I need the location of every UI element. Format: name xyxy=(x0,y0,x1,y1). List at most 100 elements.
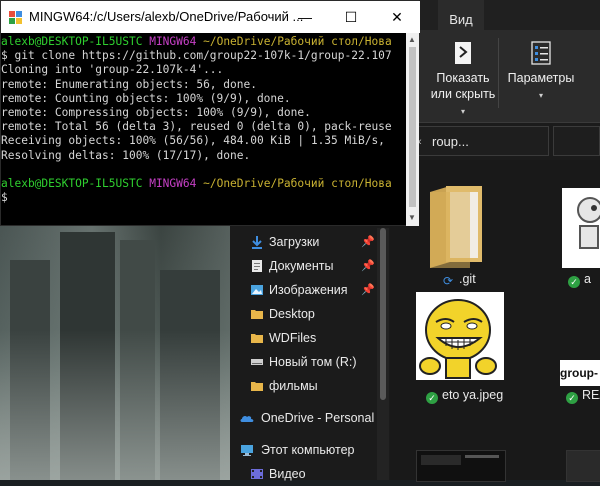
nav-label: Новый том (R:) xyxy=(269,355,357,369)
pin-icon: 📌 xyxy=(361,260,375,272)
input-prompt: $ xyxy=(1,191,8,205)
scroll-up-icon[interactable]: ▲ xyxy=(408,35,416,44)
nav-item-video[interactable]: Видео xyxy=(230,462,380,486)
minimize-button[interactable]: — xyxy=(282,1,328,33)
wallpaper-fog xyxy=(0,330,230,480)
pictures-icon xyxy=(251,285,263,295)
folder-icon xyxy=(251,310,263,319)
search-box[interactable] xyxy=(553,126,600,156)
nav-label: Этот компьютер xyxy=(261,443,355,457)
nav-item-downloads[interactable]: Загрузки 📌 xyxy=(230,230,380,254)
ribbon-separator xyxy=(498,38,499,108)
show-hide-button[interactable]: Показать или скрыть ▾ xyxy=(428,40,498,120)
command-line: $ git clone https://github.com/group22-1… xyxy=(1,49,392,63)
file-name: a xyxy=(584,272,591,286)
nav-scroll-thumb[interactable] xyxy=(380,228,386,400)
thumbnail-content xyxy=(465,455,499,458)
nav-label: Документы xyxy=(269,259,334,273)
show-hide-label-2: или скрыть xyxy=(430,87,496,101)
prompt-env: MINGW64 xyxy=(149,35,197,48)
terminal-scrollbar[interactable]: ▲ ▼ xyxy=(406,33,419,226)
nav-item-this-pc[interactable]: Этот компьютер xyxy=(230,438,380,462)
documents-icon xyxy=(252,260,262,272)
prompt-user: alexb@DESKTOP-IL5USTC xyxy=(1,177,143,191)
meme-face-image xyxy=(419,299,497,379)
computer-icon xyxy=(241,445,253,456)
address-bar[interactable]: ‹ roup... xyxy=(415,126,549,156)
file-name: eto ya.jpeg xyxy=(442,388,504,402)
nav-item-desktop[interactable]: Desktop xyxy=(230,302,380,326)
git-bash-terminal: MINGW64:/c/Users/alexb/OneDrive/Рабочий … xyxy=(0,0,420,227)
pin-icon: 📌 xyxy=(361,284,375,296)
show-hide-label-1: Показать xyxy=(436,71,490,85)
prompt-user: alexb@DESKTOP-IL5USTC xyxy=(1,35,143,48)
output-line: Cloning into 'group-22.107k-4'... xyxy=(1,63,224,77)
git-folder-tile[interactable] xyxy=(424,180,494,270)
terminal-output[interactable]: alexb@DESKTOP-IL5USTC MINGW64 ~/OneDrive… xyxy=(1,35,406,227)
character-thumbnail xyxy=(577,197,600,249)
output-line: remote: Counting objects: 100% (9/9), do… xyxy=(1,91,291,105)
drive-icon xyxy=(251,359,263,365)
nav-label: Видео xyxy=(269,467,306,481)
folder-icon xyxy=(430,186,482,268)
close-button[interactable]: ✕ xyxy=(374,1,420,33)
readme-file-name[interactable]: ✓ REA xyxy=(566,388,600,404)
download-icon xyxy=(252,236,262,249)
file-name: REA xyxy=(582,388,600,402)
terminal-title: MINGW64:/c/Users/alexb/OneDrive/Рабочий … xyxy=(29,9,304,24)
readme-caption: group- xyxy=(560,366,598,380)
scroll-down-icon[interactable]: ▼ xyxy=(408,213,416,222)
maximize-button[interactable]: ☐ xyxy=(328,1,374,33)
navigation-pane: Загрузки 📌 Документы 📌 Изображения 📌 Des… xyxy=(230,228,380,481)
terminal-titlebar[interactable]: MINGW64:/c/Users/alexb/OneDrive/Рабочий … xyxy=(1,1,420,33)
readme-thumbnail[interactable]: group- xyxy=(560,360,600,386)
partial-file-name[interactable]: ✓ a xyxy=(568,272,591,288)
video-icon xyxy=(251,469,263,479)
params-label: Параметры xyxy=(507,71,575,85)
output-line: remote: Compressing objects: 100% (9/9),… xyxy=(1,106,311,120)
caret-icon: ▾ xyxy=(460,107,465,116)
nav-item-pictures[interactable]: Изображения 📌 xyxy=(230,278,380,302)
partial-thumbnail[interactable] xyxy=(562,188,600,268)
nav-scrollbar[interactable] xyxy=(377,228,389,480)
image-thumbnail[interactable] xyxy=(416,292,504,380)
prompt-path: ~/OneDrive/Рабочий стол/Нова xyxy=(203,35,392,48)
onedrive-icon xyxy=(240,415,254,422)
image-file-name[interactable]: ✓ eto ya.jpeg xyxy=(426,388,503,404)
output-line: Resolving deltas: 100% (17/17), done. xyxy=(1,148,251,162)
nav-label: WDFiles xyxy=(269,331,317,345)
show-hide-icon xyxy=(455,42,471,64)
partial-thumbnail[interactable] xyxy=(416,450,506,482)
file-name: .git xyxy=(459,272,476,286)
output-line: Receiving objects: 100% (56/56), 484.00 … xyxy=(1,134,385,148)
nav-label: Desktop xyxy=(269,307,315,321)
params-button[interactable]: Параметры ▾ xyxy=(506,40,576,104)
nav-item-wdfiles[interactable]: WDFiles xyxy=(230,326,380,350)
output-line: remote: Enumerating objects: 56, done. xyxy=(1,77,257,91)
nav-label: Изображения xyxy=(269,283,348,297)
synced-check-icon: ✓ xyxy=(566,392,578,404)
checklist-icon xyxy=(531,41,551,65)
nav-item-films[interactable]: фильмы xyxy=(230,374,380,398)
address-text: roup... xyxy=(432,134,469,149)
nav-item-onedrive[interactable]: OneDrive - Personal xyxy=(230,406,380,430)
git-folder-name[interactable]: ⟳ .git xyxy=(443,272,476,287)
terminal-scroll-thumb[interactable] xyxy=(409,47,416,207)
folder-icon xyxy=(251,382,263,391)
nav-label: OneDrive - Personal xyxy=(261,411,375,425)
synced-check-icon: ✓ xyxy=(426,392,438,404)
nav-label: Загрузки xyxy=(269,235,320,249)
synced-check-icon: ✓ xyxy=(568,276,580,288)
sync-icon: ⟳ xyxy=(443,274,454,288)
nav-item-drive-r[interactable]: Новый том (R:) xyxy=(230,350,380,374)
caret-icon: ▾ xyxy=(538,91,543,100)
tab-view[interactable]: Вид xyxy=(438,0,484,30)
folder-icon xyxy=(251,334,263,343)
pin-icon: 📌 xyxy=(361,236,375,248)
partial-thumbnail[interactable] xyxy=(566,450,600,482)
file-list: ⟳ .git ✓ a ✓ eto ya.jpeg group- ✓ RE xyxy=(390,160,600,482)
prompt-path: ~/OneDrive/Рабочий стол/Нова xyxy=(203,177,392,191)
mingw-logo-icon xyxy=(9,11,22,24)
nav-item-documents[interactable]: Документы 📌 xyxy=(230,254,380,278)
output-line: remote: Total 56 (delta 3), reused 0 (de… xyxy=(1,120,392,134)
